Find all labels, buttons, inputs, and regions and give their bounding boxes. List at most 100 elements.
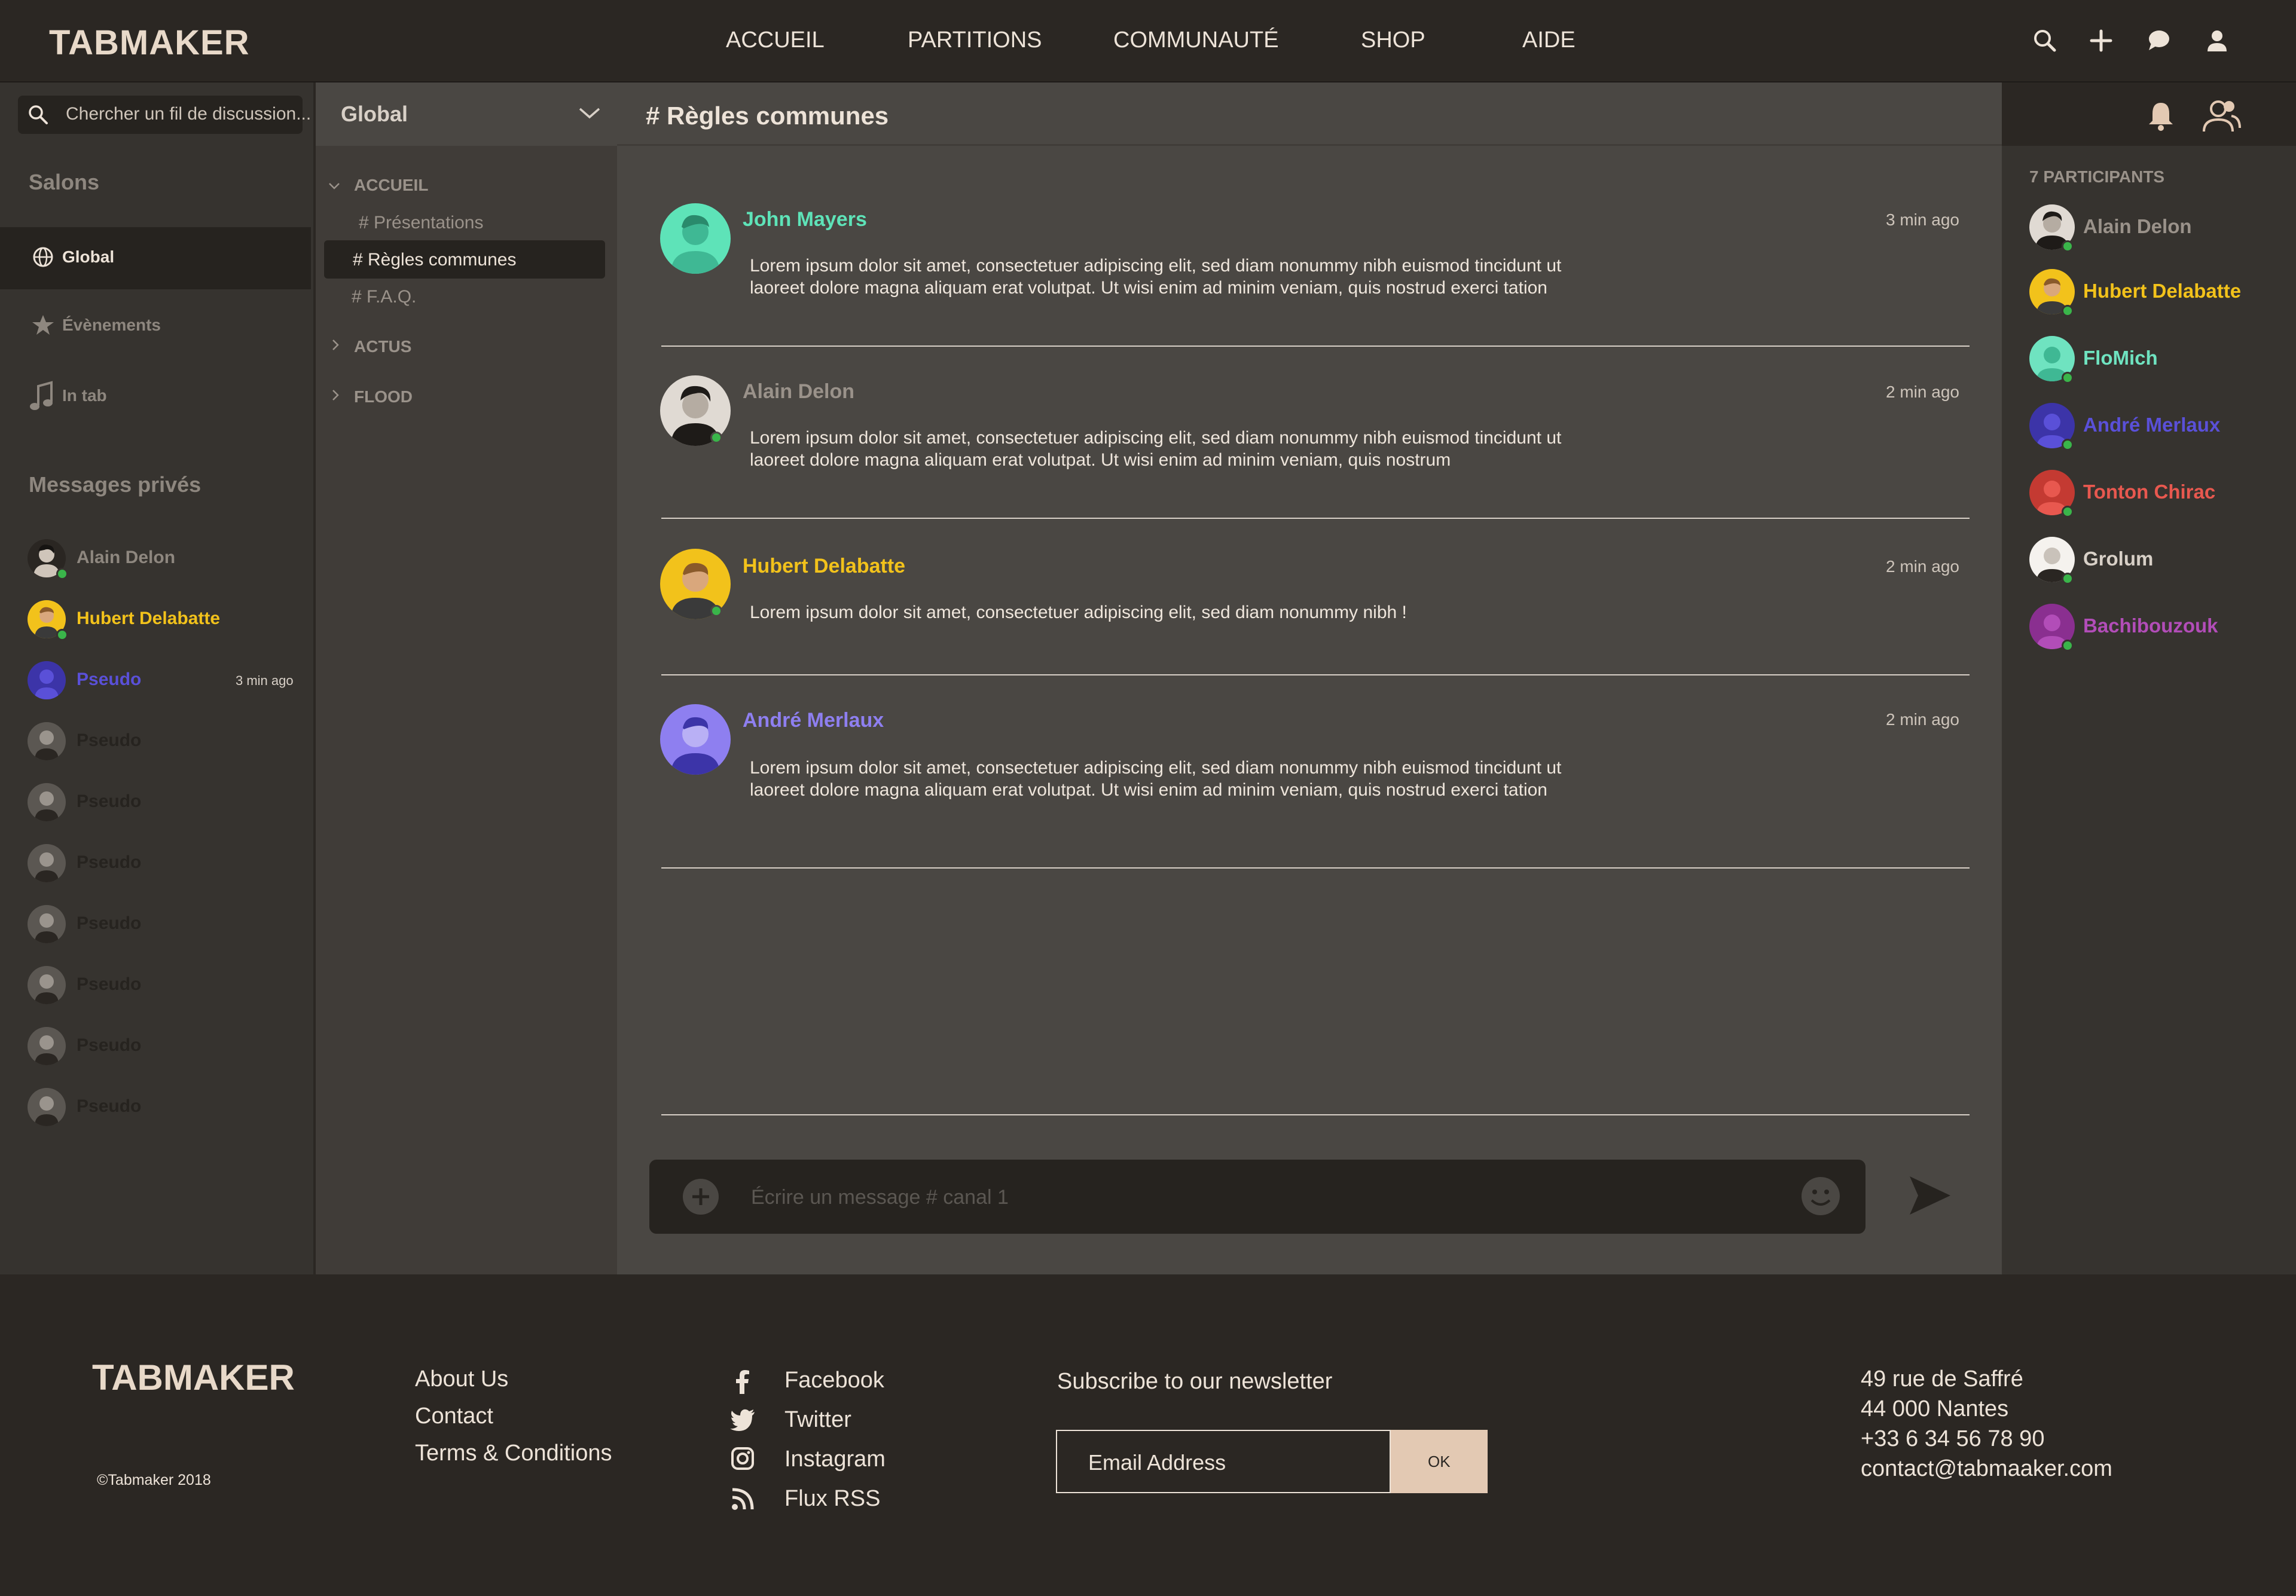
dm-item[interactable]: Pseudo: [0, 1020, 313, 1068]
participant-name: FloMich: [2083, 347, 2158, 369]
chat-bubble-icon[interactable]: [2144, 26, 2173, 55]
channel-group-flood[interactable]: FLOOD: [354, 387, 413, 406]
channel-group-accueil[interactable]: ACCUEIL: [354, 176, 428, 195]
message-author[interactable]: John Mayers: [743, 208, 867, 231]
channel-item-presentations[interactable]: # Présentations: [359, 213, 483, 233]
footer-link-about[interactable]: About Us: [415, 1366, 508, 1392]
facebook-icon[interactable]: [731, 1369, 755, 1395]
message-author[interactable]: André Merlaux: [743, 709, 884, 732]
dm-item[interactable]: Pseudo: [0, 776, 313, 824]
message-input-placeholder[interactable]: Écrire un message # canal 1: [751, 1186, 1009, 1209]
avatar: [28, 1088, 66, 1126]
globe-icon: [33, 247, 53, 267]
chevron-right-icon[interactable]: [329, 389, 342, 402]
search-icon[interactable]: [2031, 26, 2059, 55]
footer-logo[interactable]: TABMAKER: [92, 1357, 295, 1398]
participant-item[interactable]: André Merlaux: [2027, 402, 2290, 453]
avatar[interactable]: [660, 704, 731, 775]
bell-icon[interactable]: [2145, 99, 2176, 133]
chevron-down-icon[interactable]: [328, 179, 341, 192]
footer-social-instagram[interactable]: Instagram: [784, 1447, 886, 1472]
message-time: 2 min ago: [1886, 383, 1959, 401]
footer-link-contact[interactable]: Contact: [415, 1404, 493, 1429]
twitter-icon[interactable]: [729, 1408, 756, 1432]
dm-name: Pseudo: [77, 669, 142, 689]
chevron-right-icon[interactable]: [329, 338, 342, 351]
participant-item[interactable]: Grolum: [2027, 536, 2290, 587]
participant-item[interactable]: Alain Delon: [2027, 203, 2290, 255]
dm-name: Pseudo: [77, 852, 142, 872]
message: John Mayers 3 min ago Lorem ipsum dolor …: [660, 197, 1976, 341]
message-author[interactable]: Alain Delon: [743, 380, 854, 403]
dm-item[interactable]: Pseudo: [0, 898, 313, 946]
nav-partitions[interactable]: PARTITIONS: [908, 27, 1042, 53]
ok-button-label: OK: [1428, 1453, 1451, 1470]
avatar[interactable]: [660, 203, 731, 274]
add-attachment-icon[interactable]: [682, 1178, 720, 1216]
dm-item[interactable]: Pseudo 3 min ago: [0, 654, 313, 702]
rss-icon[interactable]: [731, 1487, 755, 1511]
footer-phone[interactable]: +33 6 34 56 78 90: [1861, 1426, 2044, 1452]
user-icon[interactable]: [2203, 26, 2231, 55]
participant-item[interactable]: FloMich: [2027, 335, 2290, 386]
private-messages-heading: Messages privés: [29, 472, 201, 497]
online-indicator: [56, 568, 68, 580]
channel-item-faq[interactable]: # F.A.Q.: [352, 287, 416, 307]
footer-social-twitter[interactable]: Twitter: [784, 1407, 851, 1433]
participant-name: Hubert Delabatte: [2083, 280, 2242, 302]
footer-social-facebook[interactable]: Facebook: [784, 1368, 884, 1393]
footer-link-terms[interactable]: Terms & Conditions: [415, 1441, 612, 1466]
dm-time: 3 min ago: [236, 673, 294, 688]
dm-item[interactable]: Hubert Delabatte: [0, 593, 313, 641]
plus-icon[interactable]: [2087, 26, 2115, 55]
server-name: Global: [341, 102, 408, 126]
site-logo[interactable]: TABMAKER: [49, 23, 250, 63]
dm-item[interactable]: Alain Delon: [0, 532, 313, 580]
send-icon[interactable]: [1906, 1172, 1954, 1219]
salon-label-in-tab: In tab: [62, 386, 107, 405]
participant-item[interactable]: Bachibouzouk: [2027, 603, 2290, 654]
nav-communaute[interactable]: COMMUNAUTÉ: [1113, 27, 1279, 53]
dm-name: Pseudo: [77, 1035, 142, 1055]
avatar: [28, 905, 66, 943]
message-time: 2 min ago: [1886, 557, 1959, 576]
online-indicator: [2062, 372, 2074, 384]
message-text-line: Lorem ipsum dolor sit amet, consectetuer…: [750, 428, 1562, 448]
newsletter-title: Subscribe to our newsletter: [1057, 1369, 1333, 1394]
message-divider: [661, 1114, 1970, 1115]
participant-item[interactable]: Hubert Delabatte: [2027, 268, 2290, 319]
nav-shop[interactable]: SHOP: [1361, 27, 1425, 53]
nav-accueil[interactable]: ACCUEIL: [726, 27, 825, 53]
dm-item[interactable]: Pseudo: [0, 715, 313, 763]
message-time: 3 min ago: [1886, 210, 1959, 229]
avatar: [28, 844, 66, 882]
dm-item[interactable]: Pseudo: [0, 1081, 313, 1129]
emoji-icon[interactable]: [1800, 1175, 1842, 1217]
footer-email[interactable]: contact@tabmaaker.com: [1861, 1456, 2112, 1482]
avatar: [28, 783, 66, 821]
chevron-down-icon[interactable]: [578, 104, 602, 122]
dm-item[interactable]: Pseudo: [0, 959, 313, 1007]
salons-heading: Salons: [29, 170, 100, 194]
online-indicator: [2062, 305, 2074, 317]
dm-name: Alain Delon: [77, 548, 176, 567]
channel-group-actus[interactable]: ACTUS: [354, 337, 411, 356]
channel-item-regles-communes[interactable]: # Règles communes: [353, 250, 516, 270]
thread-search-placeholder: Chercher un fil de discussion...: [66, 104, 312, 124]
message-time: 2 min ago: [1886, 710, 1959, 729]
online-indicator: [710, 432, 722, 444]
message-text-line: Lorem ipsum dolor sit amet, consectetuer…: [750, 256, 1562, 276]
dm-item[interactable]: Pseudo: [0, 837, 313, 885]
footer-address-line: 49 rue de Saffré: [1861, 1366, 2023, 1392]
participants-count: 7 PARTICIPANTS: [2029, 167, 2165, 186]
message-text-line: laoreet dolore magna aliquam erat volutp…: [750, 278, 1547, 298]
footer-social-rss[interactable]: Flux RSS: [784, 1486, 880, 1512]
online-indicator: [2062, 506, 2074, 518]
online-indicator: [2062, 573, 2074, 585]
participants-icon[interactable]: [2202, 98, 2242, 134]
message-author[interactable]: Hubert Delabatte: [743, 555, 905, 578]
participant-item[interactable]: Tonton Chirac: [2027, 469, 2290, 520]
instagram-icon[interactable]: [731, 1447, 755, 1470]
dm-name: Pseudo: [77, 974, 142, 994]
nav-aide[interactable]: AIDE: [1522, 27, 1576, 53]
